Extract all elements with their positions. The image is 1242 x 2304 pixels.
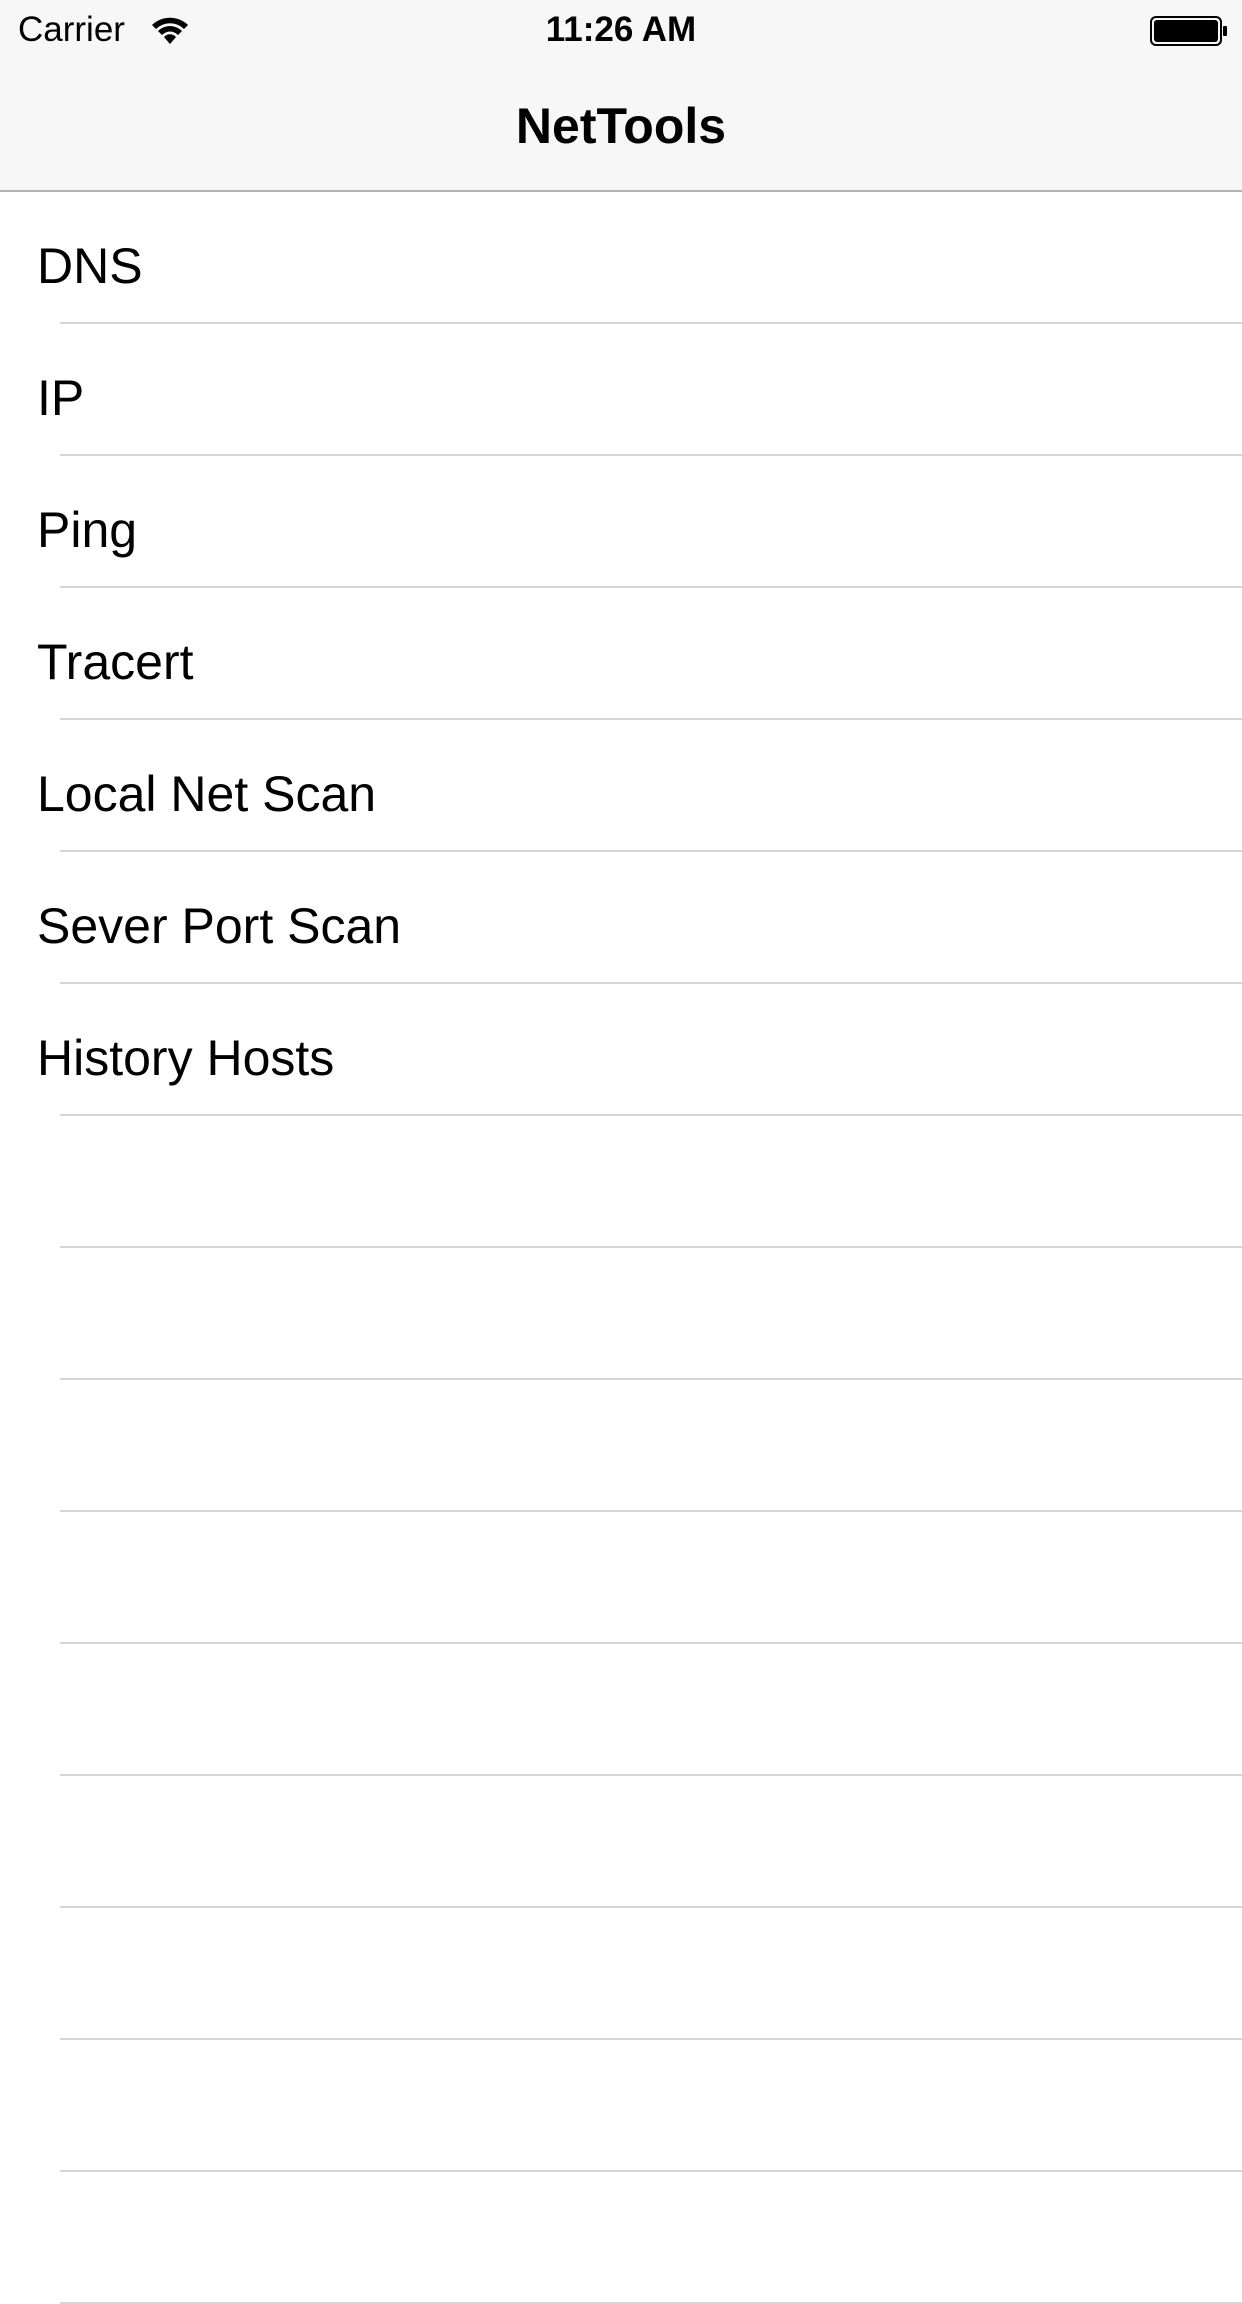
- list-item-label: History Hosts: [37, 1030, 335, 1086]
- empty-row: [0, 1776, 1242, 1908]
- list-item-dns[interactable]: DNS: [0, 192, 1242, 324]
- list-item-local-net-scan[interactable]: Local Net Scan: [0, 720, 1242, 852]
- status-time: 11:26 AM: [545, 10, 697, 49]
- list-item-history-hosts[interactable]: History Hosts: [0, 984, 1242, 1116]
- list-item-label: Sever Port Scan: [37, 898, 402, 954]
- list-item-sever-port-scan[interactable]: Sever Port Scan: [0, 852, 1242, 984]
- empty-row: [0, 1512, 1242, 1644]
- battery-icon: [1150, 16, 1227, 46]
- empty-row: [0, 1380, 1242, 1512]
- tools-table: DNS IP Ping Tracert Local Net Scan Sever…: [0, 192, 1242, 2304]
- empty-row: [0, 1248, 1242, 1380]
- list-item-label: IP: [37, 370, 85, 426]
- list-item-label: Ping: [37, 502, 138, 558]
- empty-row: [0, 1116, 1242, 1248]
- list-item-tracert[interactable]: Tracert: [0, 588, 1242, 720]
- empty-row: [0, 1908, 1242, 2040]
- empty-row: [0, 2172, 1242, 2304]
- empty-row: [0, 1644, 1242, 1776]
- list-item-ping[interactable]: Ping: [0, 456, 1242, 588]
- empty-row: [0, 2040, 1242, 2172]
- list-item-label: Tracert: [37, 634, 194, 690]
- page-title: NetTools: [515, 98, 727, 154]
- navigation-bar: Carrier 11:26 AM NetTools: [0, 0, 1242, 192]
- list-item-ip[interactable]: IP: [0, 324, 1242, 456]
- list-item-label: DNS: [37, 238, 143, 294]
- list-item-label: Local Net Scan: [37, 766, 377, 822]
- status-bar: Carrier 11:26 AM: [0, 0, 1242, 60]
